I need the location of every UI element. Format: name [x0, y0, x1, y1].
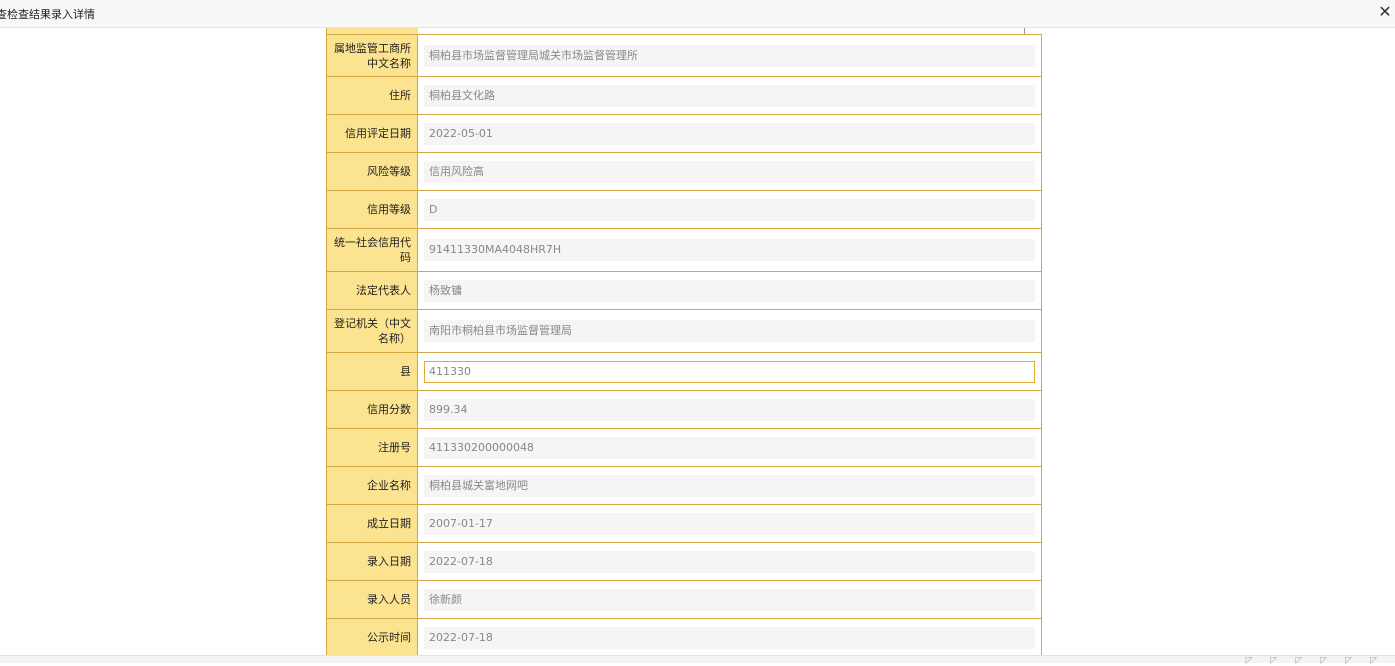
value-field[interactable]: 南阳市桐柏县市场监督管理局	[424, 320, 1035, 342]
toolbar-icons: ◸◸◸◸◸◸	[1245, 656, 1395, 666]
table-row: 录入日期 2022-07-18	[326, 542, 1042, 581]
row-label: 录入人员	[326, 580, 418, 619]
save-icon[interactable]: ◸	[1295, 656, 1320, 666]
row-label: 注册号	[326, 428, 418, 467]
table-row: 法定代表人 杨致镛	[326, 271, 1042, 310]
detail-content[interactable]: 属地监管工商所中文名称 桐柏县市场监督管理局城关市场监督管理所 住所 桐柏县文化…	[0, 28, 1395, 655]
row-value-cell: 899.34	[417, 390, 1042, 429]
row-value-cell: 徐新颜	[417, 580, 1042, 619]
value-field[interactable]: 2022-07-18	[424, 550, 1035, 573]
row-label: 信用分数	[326, 390, 418, 429]
value-field[interactable]: 2007-01-17	[424, 512, 1035, 535]
table-row: 信用等级 D	[326, 190, 1042, 229]
row-label: 成立日期	[326, 504, 418, 543]
row-value-cell: 桐柏县市场监督管理局城关市场监督管理所	[417, 34, 1042, 77]
table-row: 县 411330	[326, 352, 1042, 391]
dialog-titlebar: 查检查结果录入详情 ✕	[0, 0, 1395, 28]
table-row: 风险等级 信用风险高	[326, 152, 1042, 191]
value-field[interactable]: 杨致镛	[424, 279, 1035, 302]
value-field[interactable]: 桐柏县文化路	[424, 84, 1035, 107]
row-label: 信用评定日期	[326, 114, 418, 153]
dialog-title: 查检查结果录入详情	[0, 8, 95, 21]
close-icon[interactable]: ✕	[1377, 3, 1393, 21]
row-label: 属地监管工商所中文名称	[326, 34, 418, 77]
collapse-icon[interactable]: ◸	[1370, 656, 1395, 666]
row-value-cell: 信用风险高	[417, 152, 1042, 191]
row-value-cell: 2022-07-18	[417, 542, 1042, 581]
row-label: 住所	[326, 76, 418, 115]
value-field[interactable]: 91411330MA4048HR7H	[424, 239, 1035, 261]
comment-icon[interactable]: ◸	[1270, 656, 1295, 666]
row-value-cell: 411330	[417, 352, 1042, 391]
row-value-cell: 2022-05-01	[417, 114, 1042, 153]
value-field[interactable]: 徐新颜	[424, 588, 1035, 611]
row-label: 录入日期	[326, 542, 418, 581]
value-field[interactable]: 桐柏县城关富地网吧	[424, 474, 1035, 497]
county-field[interactable]: 411330	[424, 360, 1035, 383]
row-label: 登记机关（中文名称）	[326, 309, 418, 353]
row-value-cell: D	[417, 190, 1042, 229]
value-field[interactable]: 411330200000048	[424, 436, 1035, 459]
fullscreen-icon[interactable]: ◸	[1345, 656, 1370, 666]
table-row: 信用分数 899.34	[326, 390, 1042, 429]
row-label: 统一社会信用代码	[326, 228, 418, 272]
table-row: 住所 桐柏县文化路	[326, 76, 1042, 115]
value-field[interactable]: D	[424, 198, 1035, 221]
table-row: 公示时间 2022-07-18	[326, 618, 1042, 655]
table-row: 录入人员 徐新颜	[326, 580, 1042, 619]
row-value-cell: 411330200000048	[417, 428, 1042, 467]
table-row: 成立日期 2007-01-17	[326, 504, 1042, 543]
row-label: 县	[326, 352, 418, 391]
print-icon[interactable]: ◸	[1320, 656, 1345, 666]
detail-table: 属地监管工商所中文名称 桐柏县市场监督管理局城关市场监督管理所 住所 桐柏县文化…	[326, 34, 1042, 655]
table-row: 企业名称 桐柏县城关富地网吧	[326, 466, 1042, 505]
row-label: 信用等级	[326, 190, 418, 229]
row-label: 风险等级	[326, 152, 418, 191]
row-label: 公示时间	[326, 618, 418, 655]
row-value-cell: 91411330MA4048HR7H	[417, 228, 1042, 272]
share-icon[interactable]: ◸	[1245, 656, 1270, 666]
table-row: 属地监管工商所中文名称 桐柏县市场监督管理局城关市场监督管理所	[326, 34, 1042, 77]
value-field[interactable]: 899.34	[424, 398, 1035, 421]
value-field[interactable]: 桐柏县市场监督管理局城关市场监督管理所	[424, 44, 1035, 67]
value-field[interactable]: 信用风险高	[424, 160, 1035, 183]
table-row: 登记机关（中文名称） 南阳市桐柏县市场监督管理局	[326, 309, 1042, 353]
table-row: 统一社会信用代码 91411330MA4048HR7H	[326, 228, 1042, 272]
table-row: 信用评定日期 2022-05-01	[326, 114, 1042, 153]
row-label: 企业名称	[326, 466, 418, 505]
row-value-cell: 桐柏县城关富地网吧	[417, 466, 1042, 505]
row-value-cell: 桐柏县文化路	[417, 76, 1042, 115]
row-value-cell: 2022-07-18	[417, 618, 1042, 655]
table-row: 注册号 411330200000048	[326, 428, 1042, 467]
row-value-cell: 南阳市桐柏县市场监督管理局	[417, 309, 1042, 353]
value-field[interactable]: 2022-05-01	[424, 122, 1035, 145]
row-value-cell: 2007-01-17	[417, 504, 1042, 543]
bottom-toolbar: ◸◸◸◸◸◸	[0, 655, 1395, 666]
row-label: 法定代表人	[326, 271, 418, 310]
value-field[interactable]: 2022-07-18	[424, 626, 1035, 649]
row-value-cell: 杨致镛	[417, 271, 1042, 310]
